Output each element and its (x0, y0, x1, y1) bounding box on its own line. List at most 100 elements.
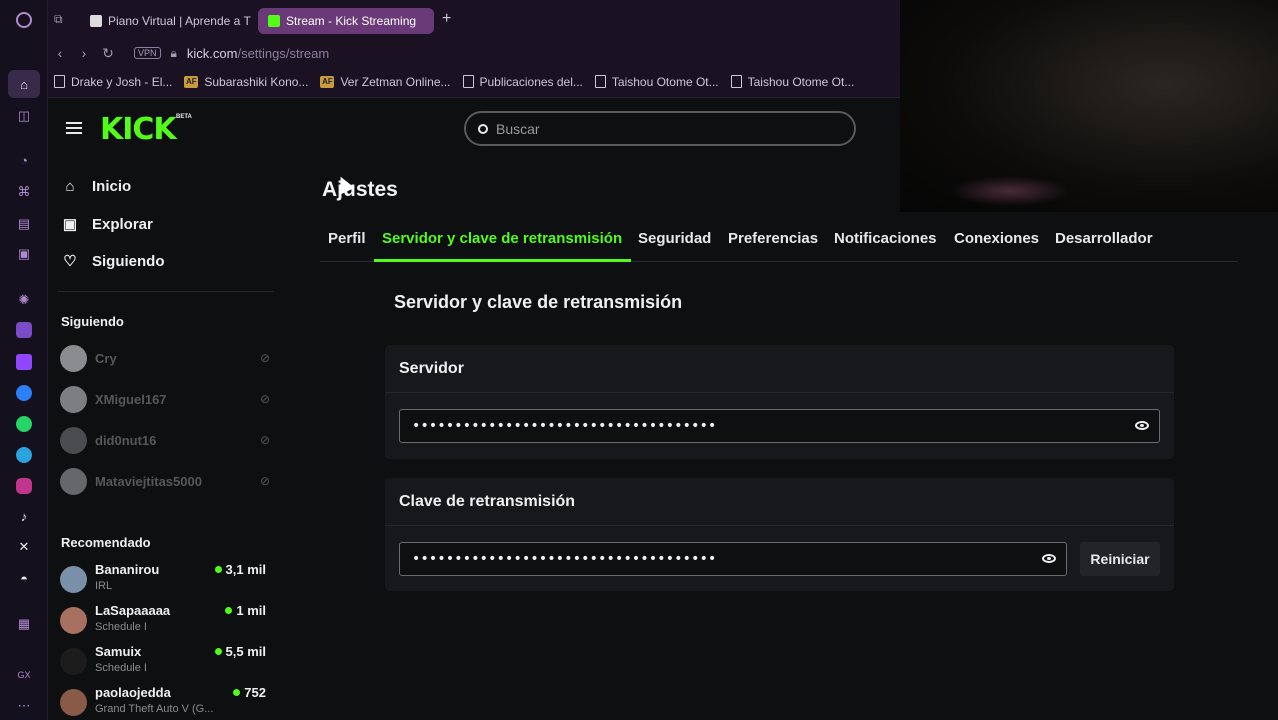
cs-icon[interactable] (14, 320, 34, 340)
x-icon[interactable]: ✕ (14, 537, 34, 557)
stream-key-field[interactable]: •••••••••••••••••••••••••••••••••••• (399, 542, 1067, 576)
back-icon[interactable]: ‹ (48, 45, 72, 61)
whatsapp-icon[interactable] (14, 414, 34, 434)
screen: ⌂ ◫ ◔ ⌘ ▤ ▣ ✺ ♪ ✕ ◓ ▦ GX ⋯ ⧉ Piano Virtu… (0, 0, 1278, 720)
messenger-icon[interactable] (14, 383, 34, 403)
eye-icon[interactable] (1135, 421, 1149, 430)
reload-icon[interactable]: ↻ (96, 45, 120, 62)
discord-icon[interactable]: ◓ (14, 568, 34, 588)
lock-icon[interactable]: 🔒︎ (171, 46, 177, 61)
following-channel[interactable]: XMiguel167 ⊘ (60, 384, 270, 414)
sidebar-item-inicio[interactable]: ⌂ Inicio (62, 178, 131, 195)
telegram-icon[interactable] (14, 445, 34, 465)
sidebar-item-siguiendo[interactable]: ♡ Siguiendo (62, 252, 164, 271)
following-channel[interactable]: did0nut16 ⊘ (60, 425, 270, 455)
extensions-icon[interactable]: ▦ (14, 614, 34, 634)
recommended-channel[interactable]: paolaojedda Grand Theft Auto V (G... 752 (60, 685, 270, 720)
tab-notificaciones[interactable]: Notificaciones (834, 230, 937, 247)
server-card: Servidor •••••••••••••••••••••••••••••••… (385, 345, 1174, 459)
news-icon[interactable]: ▤ (14, 214, 34, 234)
instagram-icon[interactable] (14, 476, 34, 496)
avatar (60, 566, 87, 593)
kick-header: KICK BETA Buscar (48, 98, 900, 158)
browser-tab-kick[interactable]: Stream - Kick Streaming (258, 8, 434, 34)
url-path: /settings/stream (237, 45, 330, 61)
piano-favicon-icon (90, 15, 102, 27)
viewer-count-label: 3,1 mil (225, 562, 266, 577)
menu-icon[interactable] (66, 122, 82, 134)
avatar (60, 344, 87, 372)
mail-icon[interactable]: ▣ (14, 244, 34, 264)
webcam-overlay (900, 0, 1278, 212)
viewer-count: 1 mil (225, 603, 266, 618)
avatar (60, 385, 87, 413)
channel-name: LaSapaaaaa (95, 603, 171, 618)
server-url-field[interactable]: •••••••••••••••••••••••••••••••••••• (399, 409, 1160, 443)
bookmark-label: Taishou Otome Ot... (747, 74, 855, 89)
address-bar: ‹ › ↻ VPN 🔒︎ kick.com/settings/stream (48, 40, 900, 66)
offline-icon: ⊘ (259, 351, 270, 365)
stream-key-value: •••••••••••••••••••••••••••••••••••• (412, 551, 717, 567)
bookmark-item[interactable]: AF Ver Zetman Online... (320, 75, 462, 89)
avatar (60, 648, 87, 675)
live-dot-icon (214, 648, 222, 655)
forward-icon[interactable]: › (72, 45, 96, 61)
workspace-icon[interactable]: ⧉ (54, 12, 63, 27)
aria-icon[interactable]: ◔ (14, 150, 34, 170)
channel-name: Cry (95, 350, 117, 366)
opera-logo-icon[interactable] (14, 10, 34, 30)
recommended-channel[interactable]: Bananirou IRL 3,1 mil (60, 562, 270, 600)
avatar (60, 426, 87, 454)
tab-servidor-clave[interactable]: Servidor y clave de retransmisión (382, 230, 622, 247)
reset-key-button[interactable]: Reiniciar (1080, 542, 1160, 576)
avatar (60, 689, 87, 716)
url-field[interactable]: kick.com/settings/stream (187, 46, 329, 61)
bookmark-item[interactable]: AF Subarashiki Kono... (184, 75, 320, 89)
tab-perfil[interactable]: Perfil (328, 230, 366, 247)
following-channel[interactable]: Mataviejtitas5000 ⊘ (60, 466, 270, 496)
avatar (60, 607, 87, 634)
tab-desarrollador[interactable]: Desarrollador (1055, 230, 1153, 247)
offline-icon: ⊘ (259, 392, 270, 406)
viewer-count-label: 752 (244, 685, 266, 700)
channel-name: did0nut16 (95, 432, 157, 448)
bookmark-item[interactable]: Taishou Otome Ot... (594, 75, 731, 89)
bookmark-item[interactable]: Publicaciones del... (462, 75, 595, 89)
crypto-wallet-icon[interactable]: ⌘ (14, 182, 34, 202)
more-icon[interactable]: ⋯ (14, 696, 34, 716)
twitch-icon[interactable] (14, 352, 34, 372)
home-icon[interactable]: ⌂ (8, 70, 40, 98)
channel-category: Schedule I (95, 662, 147, 674)
sidebar-item-label: Inicio (92, 178, 132, 195)
kick-logo[interactable]: KICK (100, 112, 177, 147)
bookmark-item[interactable]: Taishou Otome Ot... (730, 74, 867, 89)
sidebar-divider (58, 291, 274, 292)
page-icon (54, 75, 65, 88)
vpn-badge[interactable]: VPN (134, 47, 161, 59)
bookmark-item[interactable]: Drake y Josh - El... (54, 75, 184, 89)
server-url-value: •••••••••••••••••••••••••••••••••••• (412, 418, 717, 434)
recommended-channel[interactable]: LaSapaaaaa Schedule I 1 mil (60, 603, 270, 641)
tab-seguridad[interactable]: Seguridad (638, 230, 711, 247)
eye-icon[interactable] (1042, 554, 1056, 563)
sidebar: ⌂ Inicio ▣ Explorar ♡ Siguiendo Siguiendo C… (48, 158, 288, 720)
animeflv-icon: AF (320, 75, 335, 88)
tiktok-icon[interactable]: ♪ (14, 506, 34, 526)
browser-tab-bar: ⧉ Piano Virtual | Aprende a T Stream - K… (48, 0, 900, 40)
search-input[interactable]: Buscar (464, 111, 856, 146)
heart-icon: ♡ (63, 253, 77, 270)
gamepad-icon[interactable]: ◫ (14, 106, 34, 126)
sidebar-item-explorar[interactable]: ▣ Explorar (62, 215, 153, 234)
following-channel[interactable]: Cry ⊘ (60, 343, 270, 373)
settings-main: Ajustes Perfil Servidor y clave de retra… (320, 158, 1238, 720)
viewer-count: 5,5 mil (214, 644, 266, 659)
tab-preferencias[interactable]: Preferencias (728, 230, 818, 247)
browser-tab-piano[interactable]: Piano Virtual | Aprende a T (80, 8, 252, 34)
new-tab-button[interactable]: + (442, 10, 451, 28)
gx-icon[interactable]: GX (14, 665, 34, 685)
home-icon: ⌂ (65, 178, 75, 195)
tab-conexiones[interactable]: Conexiones (954, 230, 1039, 247)
chatgpt-icon[interactable]: ✺ (14, 290, 34, 310)
recommended-channel[interactable]: Samuix Schedule I 5,5 mil (60, 644, 270, 682)
bookmark-label: Ver Zetman Online... (340, 74, 451, 89)
